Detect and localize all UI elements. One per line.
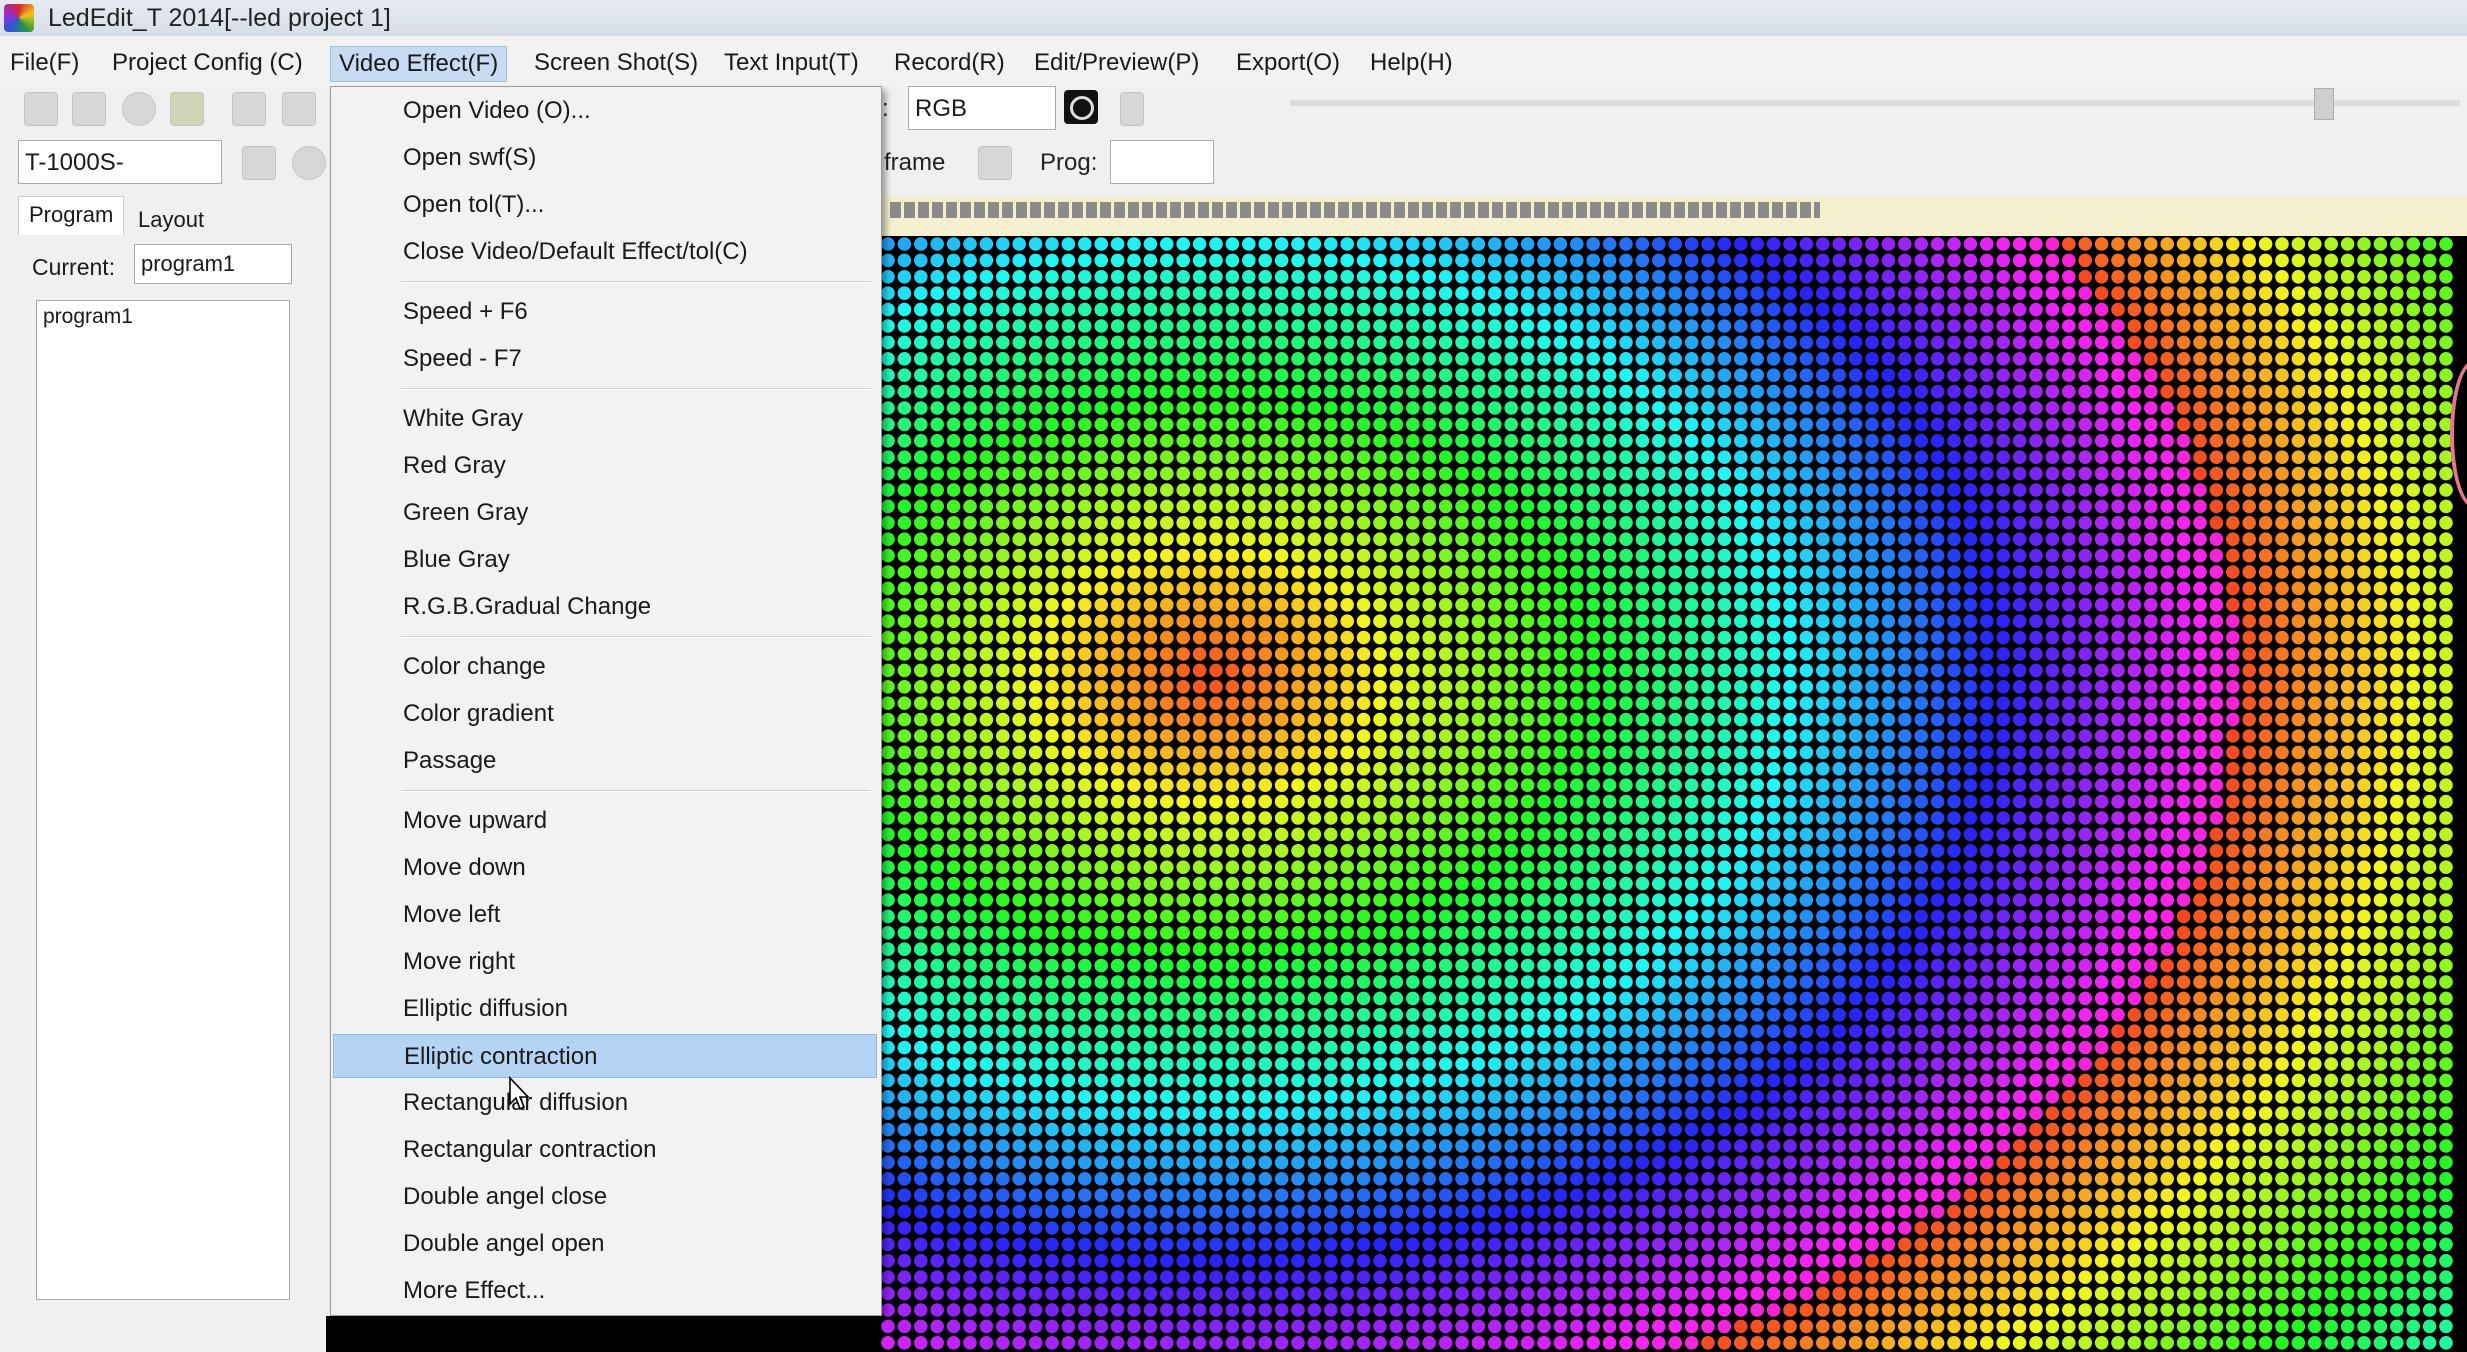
prog-label: Prog: xyxy=(1040,149,1098,176)
menu-video-effect[interactable]: Video Effect(F) xyxy=(330,46,508,82)
window-title: LedEdit_T 2014[--led project 1] xyxy=(48,4,391,32)
menu-item-color-gradient[interactable]: Color gradient xyxy=(333,692,877,736)
menu-item-rectangular-contraction[interactable]: Rectangular contraction xyxy=(333,1128,877,1172)
frame-label: frame xyxy=(884,149,946,176)
led-preview[interactable] xyxy=(880,196,2467,1352)
progress-bar xyxy=(890,202,1820,218)
menu-screen-shot[interactable]: Screen Shot(S) xyxy=(526,46,706,80)
settings-icon[interactable] xyxy=(1120,92,1144,126)
program-list[interactable]: program1 xyxy=(36,300,290,1300)
apply-icon[interactable] xyxy=(242,146,276,180)
menu-item-double-angel-open[interactable]: Double angel open xyxy=(333,1222,877,1266)
menu-item-move-upward[interactable]: Move upward xyxy=(333,799,877,843)
controller-model-field[interactable]: T-1000S-UCS190: xyxy=(18,140,222,220)
menu-item-open-tol[interactable]: Open tol(T)... xyxy=(333,183,877,227)
current-program-field[interactable]: program1 xyxy=(134,244,292,284)
menu-separator xyxy=(401,281,871,283)
menu-item-rgb-gradual[interactable]: R.G.B.Gradual Change xyxy=(333,585,877,629)
prog-field[interactable] xyxy=(1110,140,1214,184)
menu-item-speed-up[interactable]: Speed + F6 xyxy=(333,290,877,334)
menu-item-blue-gray[interactable]: Blue Gray xyxy=(333,538,877,582)
playback-progress xyxy=(880,196,2467,236)
color-mode-label: : xyxy=(882,95,889,122)
open-folder-icon[interactable] xyxy=(72,92,106,126)
grid-icon[interactable] xyxy=(232,92,266,126)
list-item[interactable]: program1 xyxy=(43,305,133,329)
menu-separator xyxy=(401,636,871,638)
menu-item-move-left[interactable]: Move left xyxy=(333,893,877,937)
speed-slider-track[interactable] xyxy=(1290,100,2460,106)
menu-item-open-swf[interactable]: Open swf(S) xyxy=(333,136,877,180)
menu-edit-preview[interactable]: Edit/Preview(P) xyxy=(1026,46,1207,80)
color-picker-icon[interactable] xyxy=(1064,90,1098,124)
menu-item-red-gray[interactable]: Red Gray xyxy=(333,444,877,488)
new-file-icon[interactable] xyxy=(24,92,58,126)
menu-item-open-video[interactable]: Open Video (O)... xyxy=(333,89,877,133)
menu-record[interactable]: Record(R) xyxy=(886,46,1013,80)
menu-item-rectangular-diffusion[interactable]: Rectangular diffusion xyxy=(333,1081,877,1125)
menu-item-elliptic-contraction[interactable]: Elliptic contraction xyxy=(333,1034,877,1078)
save-image-icon[interactable] xyxy=(170,92,204,126)
menu-item-passage[interactable]: Passage xyxy=(333,739,877,783)
menu-text-input[interactable]: Text Input(T) xyxy=(716,46,867,80)
frame-icon[interactable] xyxy=(978,146,1012,180)
tab-layout[interactable]: Layout xyxy=(128,202,214,238)
video-effect-menu: Open Video (O)... Open swf(S) Open tol(T… xyxy=(330,86,882,1316)
menu-item-elliptic-diffusion[interactable]: Elliptic diffusion xyxy=(333,987,877,1031)
color-mode-field[interactable]: RGB xyxy=(908,86,1056,130)
menu-help[interactable]: Help(H) xyxy=(1362,46,1461,80)
menu-export[interactable]: Export(O) xyxy=(1228,46,1348,80)
menu-item-green-gray[interactable]: Green Gray xyxy=(333,491,877,535)
menu-item-white-gray[interactable]: White Gray xyxy=(333,397,877,441)
current-label: Current: xyxy=(32,254,116,280)
mouse-pointer-icon xyxy=(509,1076,530,1111)
app-logo-icon xyxy=(4,4,34,32)
tab-program[interactable]: Program xyxy=(18,196,125,235)
record-icon[interactable] xyxy=(122,92,156,126)
copy-icon[interactable] xyxy=(282,92,316,126)
menu-item-color-change[interactable]: Color change xyxy=(333,645,877,689)
menu-item-double-angel-close[interactable]: Double angel close xyxy=(333,1175,877,1219)
program-panel: Program Layout Current: program1 program… xyxy=(0,196,326,1352)
speed-slider-thumb[interactable] xyxy=(2314,88,2334,120)
menu-project-config[interactable]: Project Config (C) xyxy=(104,46,311,80)
menu-separator xyxy=(401,790,871,792)
menu-item-close-video[interactable]: Close Video/Default Effect/tol(C) xyxy=(333,230,877,274)
menu-item-more-effect[interactable]: More Effect... xyxy=(333,1269,877,1313)
led-matrix xyxy=(881,237,2453,1350)
menu-item-speed-down[interactable]: Speed - F7 xyxy=(333,337,877,381)
menu-file[interactable]: File(F) xyxy=(2,46,87,80)
title-bar: LedEdit_T 2014[--led project 1] xyxy=(0,0,2467,36)
led-preview-bottom xyxy=(326,1316,880,1352)
menu-separator xyxy=(401,388,871,390)
stop-icon[interactable] xyxy=(292,146,326,180)
menu-bar: File(F) Project Config (C) Video Effect(… xyxy=(0,40,2467,86)
menu-item-move-down[interactable]: Move down xyxy=(333,846,877,890)
menu-item-move-right[interactable]: Move right xyxy=(333,940,877,984)
